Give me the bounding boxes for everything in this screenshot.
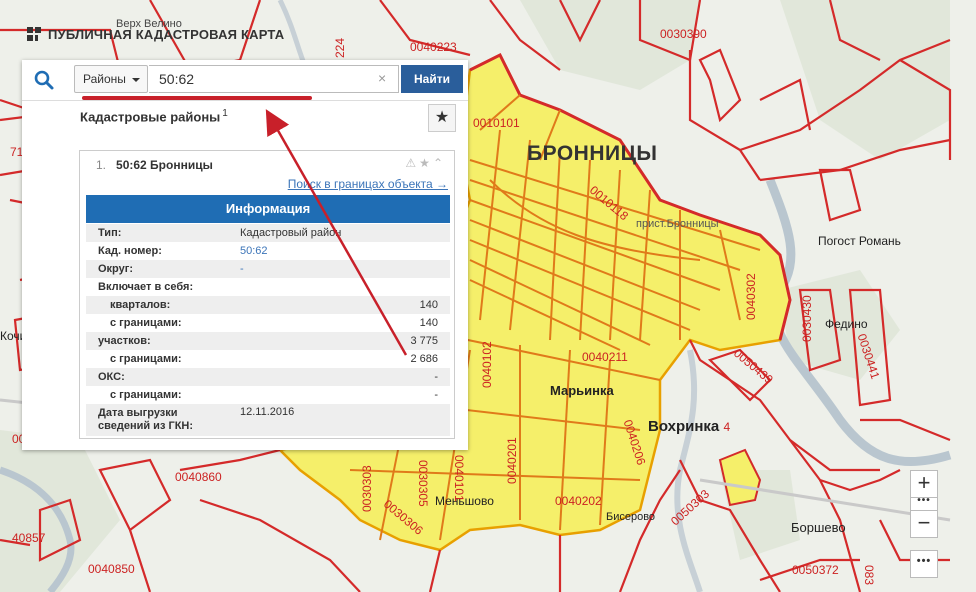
result-title[interactable]: 1. 50:62 Бронницы [96, 158, 213, 172]
search-in-bounds-link[interactable]: Поиск в границах объекта → [288, 177, 448, 191]
code-0040850: 0040850 [88, 562, 135, 576]
search-row: Районы × Найти [22, 60, 468, 101]
app-title: ПУБЛИЧНАЯ КАДАСТРОВАЯ КАРТА [26, 26, 284, 42]
label-prist-bronnitsy: прист.Бронницы [636, 218, 719, 230]
search-panel: Районы × Найти Кадастровые районы1 ★ 1. 5… [22, 60, 468, 450]
info-row: участков: 3 775 [86, 332, 450, 350]
info-value: - [228, 368, 450, 386]
label-bronnitsy: БРОННИЦЫ [527, 142, 658, 165]
label-vokhrinka: Вохринка 4 [648, 418, 730, 435]
result-card: 1. 50:62 Бронницы ⚠★⌃ Поиск в границах об… [79, 150, 455, 439]
code-0040223: 0040223 [410, 40, 457, 54]
label-vokhrinka-num: 4 [723, 420, 731, 434]
info-row: Дата выгрузки сведений из ГКН: 12.11.2016 [86, 404, 450, 436]
code-0030390: 0030390 [660, 27, 707, 41]
info-key: с границами: [110, 317, 182, 329]
zoom-out-button[interactable]: − [910, 510, 938, 538]
results-heading: Кадастровые районы 1 [80, 108, 228, 124]
label-borshevo: Боршево [791, 520, 846, 535]
favorite-button[interactable]: ★ [428, 104, 456, 132]
info-key: Включает в себя: [98, 281, 194, 293]
code-0040202: 0040202 [555, 494, 602, 508]
star-icon: ★ [434, 109, 450, 126]
code-0030430: 0030430 [800, 295, 814, 342]
code-224: 224 [333, 37, 347, 58]
info-value: 2 686 [410, 353, 438, 365]
result-index: 1. [96, 158, 107, 172]
info-row: кварталов: 140 [86, 296, 450, 314]
info-value: - [228, 260, 450, 278]
info-row: Тип: Кадастровый район [86, 224, 450, 242]
code-0040101: 0040101 [452, 455, 466, 502]
info-key: с границами: [110, 389, 182, 401]
code-0040860: 0040860 [175, 470, 222, 484]
code-0040302: 0040302 [744, 273, 758, 320]
info-key: Дата выгрузки сведений из ГКН: [86, 404, 228, 436]
code-0040211: 0040211 [582, 350, 628, 364]
code-0010101: 0010101 [473, 116, 520, 130]
logo-icon [27, 27, 41, 41]
info-row: с границами: 140 [86, 314, 450, 332]
info-key: Кад. номер: [98, 245, 162, 257]
search-icon[interactable] [32, 68, 56, 92]
clear-icon[interactable]: × [378, 71, 386, 85]
info-header: Информация [86, 195, 450, 223]
info-value: 140 [228, 296, 450, 314]
info-value: - [434, 389, 438, 401]
zoom-in-button[interactable]: + [910, 470, 938, 498]
info-value: Кадастровый район [228, 224, 450, 242]
info-key: ОКС: [86, 368, 228, 386]
code-0030305: 0030305 [416, 460, 430, 507]
object-type-value: Районы [83, 72, 126, 86]
zoom-slider-handle[interactable]: ••• [910, 496, 938, 511]
result-name: 50:62 Бронницы [116, 158, 213, 172]
code-0040201: 0040201 [505, 437, 519, 484]
code-40857: 40857 [12, 531, 46, 545]
results-heading-text: Кадастровые районы [80, 109, 221, 125]
result-tools-icons[interactable]: ⚠★⌃ [405, 156, 446, 170]
chevron-down-icon [132, 78, 140, 82]
label-pogost-roman: Погост Романь [818, 234, 901, 248]
info-value[interactable]: 50:62 [228, 242, 450, 260]
info-value [228, 278, 450, 296]
info-value: 3 775 [228, 332, 450, 350]
app-title-text: ПУБЛИЧНАЯ КАДАСТРОВАЯ КАРТА [48, 26, 285, 42]
annotation-underline [82, 96, 312, 100]
info-value: 12.11.2016 [228, 404, 450, 436]
object-type-select[interactable]: Районы [74, 65, 148, 93]
info-key: Тип: [86, 224, 228, 242]
results-count: 1 [222, 108, 228, 119]
info-row: ОКС: - [86, 368, 450, 386]
info-row: Округ: - [86, 260, 450, 278]
info-row: с границами: - [86, 386, 450, 404]
code-083: 083 [862, 565, 876, 586]
code-0050372: 0050372 [792, 563, 839, 577]
info-row: Включает в себя: [86, 278, 450, 296]
search-input[interactable] [149, 65, 399, 93]
info-key: Округ: [86, 260, 228, 278]
more-options-button[interactable]: ••• [910, 550, 938, 578]
info-key: кварталов: [86, 296, 228, 314]
code-0030303: 0030303 [360, 465, 374, 512]
info-key: с границами: [110, 353, 182, 365]
info-row: с границами: 2 686 [86, 350, 450, 368]
code-0040102: 0040102 [480, 341, 494, 388]
label-marinka: Марьинка [550, 383, 614, 398]
info-row: Кад. номер: 50:62 [86, 242, 450, 260]
info-key: участков: [86, 332, 228, 350]
info-value: 140 [419, 317, 438, 329]
info-table: Тип: Кадастровый район Кад. номер: 50:62 Окр… [86, 224, 450, 436]
label-vokhrinka-text: Вохринка [648, 418, 720, 435]
find-button[interactable]: Найти [401, 65, 463, 93]
label-biserovo: Бисерово [606, 511, 656, 523]
label-fedino: Федино [825, 317, 868, 331]
